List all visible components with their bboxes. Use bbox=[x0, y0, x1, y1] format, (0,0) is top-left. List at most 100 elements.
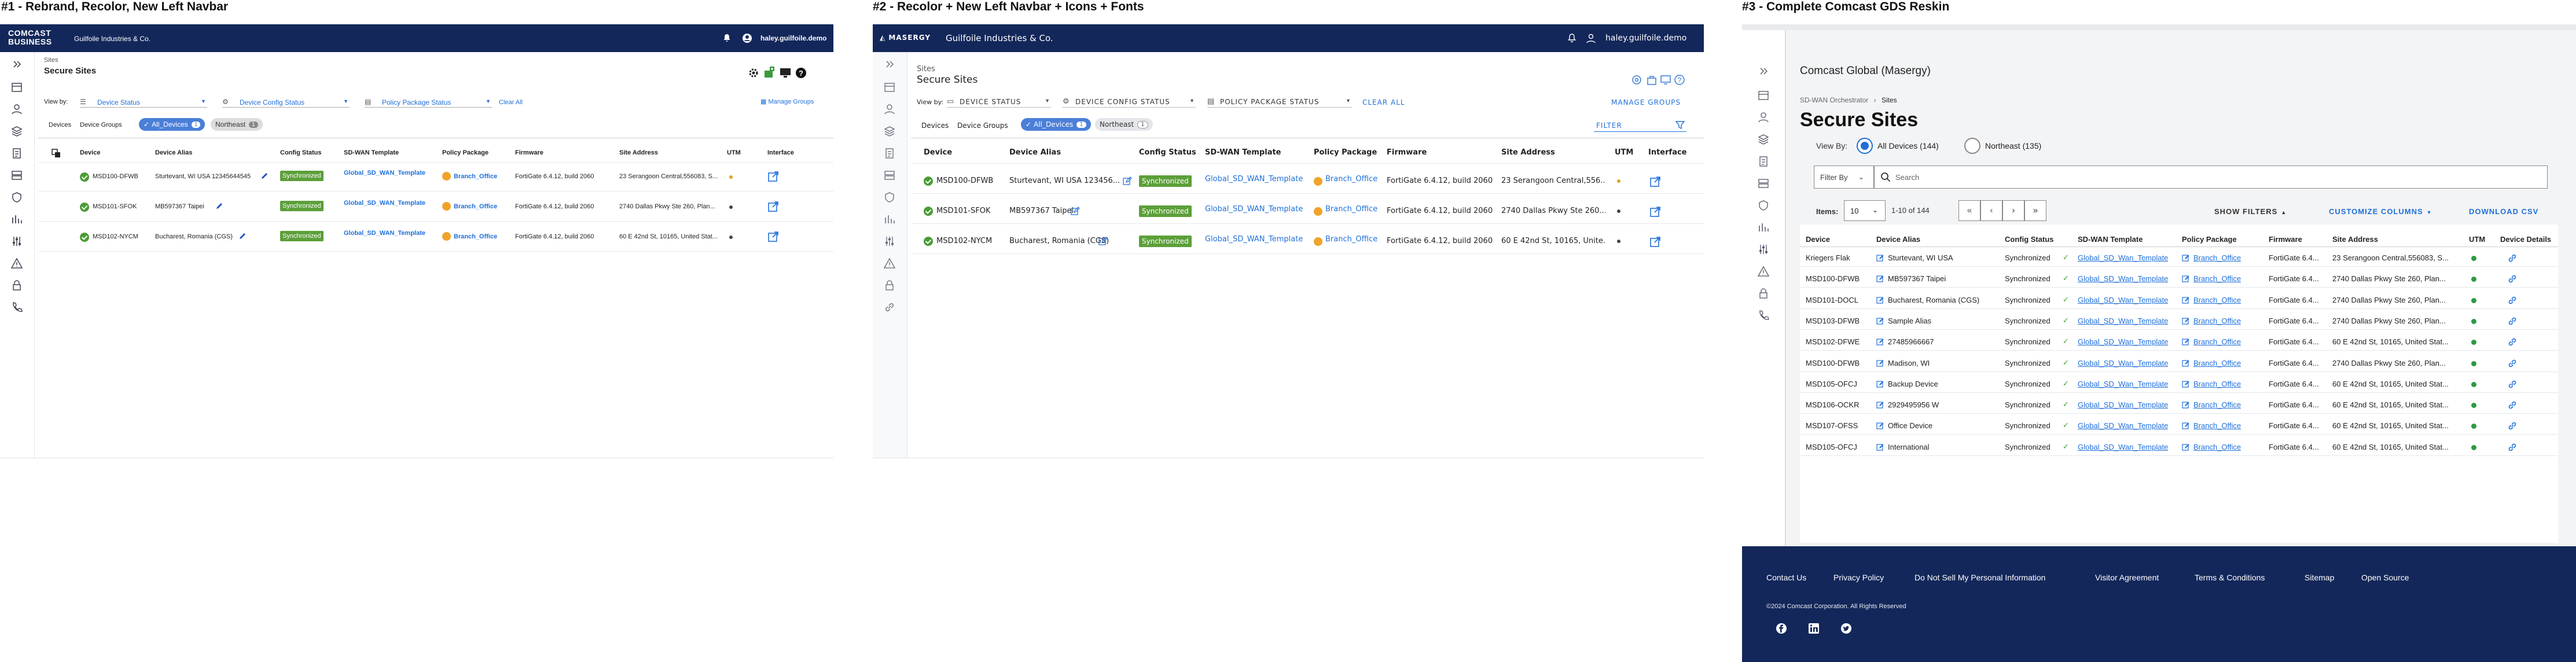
edit-icon[interactable] bbox=[2182, 338, 2190, 349]
sliders-icon[interactable] bbox=[8, 235, 25, 248]
tab-device-groups[interactable]: Device Groups bbox=[957, 122, 1008, 130]
chart-icon[interactable] bbox=[1755, 221, 1772, 234]
manage-groups-link[interactable]: MANAGE GROUPS bbox=[1611, 98, 1681, 106]
settings-icon[interactable] bbox=[1631, 74, 1642, 89]
chart-icon[interactable] bbox=[8, 213, 25, 226]
tab-devices[interactable]: Devices bbox=[49, 122, 71, 128]
device-details-link-icon[interactable] bbox=[2507, 400, 2518, 413]
dashboard-icon[interactable] bbox=[881, 81, 898, 94]
server-icon[interactable] bbox=[881, 169, 898, 182]
users-icon[interactable] bbox=[8, 103, 25, 116]
edit-icon[interactable] bbox=[2182, 296, 2190, 307]
footer-link[interactable]: Privacy Policy bbox=[1833, 573, 1884, 582]
breadcrumb[interactable]: Sites bbox=[917, 65, 935, 73]
device-details-link-icon[interactable] bbox=[2507, 379, 2518, 392]
edit-icon[interactable] bbox=[1876, 296, 1884, 307]
clear-all-link[interactable]: Clear All bbox=[499, 99, 523, 106]
column-header[interactable]: SD-WAN Template bbox=[344, 149, 399, 156]
policy-link[interactable]: Branch_Office bbox=[1325, 175, 1377, 183]
device-name[interactable]: MSD107-OFSS bbox=[1806, 421, 1858, 430]
customize-columns-button[interactable]: CUSTOMIZE COLUMNS ▼ bbox=[2329, 207, 2432, 216]
policy-link[interactable]: Branch_Office bbox=[2193, 317, 2241, 325]
template-link[interactable]: Global_SD_WAN_Template bbox=[1205, 235, 1303, 244]
monitor-icon[interactable] bbox=[779, 67, 792, 82]
template-link[interactable]: Global_SD_Wan_Template bbox=[2078, 337, 2168, 346]
edit-icon[interactable] bbox=[2182, 422, 2190, 433]
template-link[interactable]: Global_SD_Wan_Template bbox=[2078, 274, 2168, 283]
open-interface-icon[interactable] bbox=[1649, 206, 1661, 218]
template-link[interactable]: Global_SD_Wan_Template bbox=[2078, 400, 2168, 409]
expand-icon[interactable] bbox=[8, 58, 25, 71]
policy-link[interactable]: Branch_Office bbox=[2193, 359, 2241, 367]
template-link[interactable]: Global_SD_Wan_Template bbox=[2078, 317, 2168, 325]
lock-icon[interactable] bbox=[8, 279, 25, 292]
lock-icon[interactable] bbox=[1755, 287, 1772, 300]
facebook-icon[interactable] bbox=[1776, 623, 1787, 637]
column-header[interactable]: Site Address bbox=[2332, 235, 2378, 244]
show-filters-button[interactable]: SHOW FILTERS ▲ bbox=[2214, 207, 2287, 216]
policy-package-status-filter[interactable]: ▤ POLICY PACKAGE STATUS ▼ bbox=[1207, 96, 1352, 108]
device-name[interactable]: MSD100-DFWB bbox=[93, 173, 138, 180]
device-name[interactable]: MSD103-DFWB bbox=[1806, 317, 1860, 325]
twitter-icon[interactable] bbox=[1840, 623, 1852, 637]
username[interactable]: haley.guilfoile.demo bbox=[760, 34, 826, 42]
device-name[interactable]: MSD101-SFOK bbox=[93, 203, 137, 210]
clear-all-link[interactable]: CLEAR ALL bbox=[1362, 98, 1405, 106]
help-icon[interactable]: ? bbox=[1674, 74, 1685, 89]
dashboard-icon[interactable] bbox=[8, 81, 25, 94]
edit-icon[interactable] bbox=[1876, 380, 1884, 391]
column-header[interactable]: SD-WAN Template bbox=[1205, 148, 1281, 157]
edit-icon[interactable] bbox=[2182, 443, 2190, 454]
chip-northeast[interactable]: Northeast 1 bbox=[211, 118, 263, 131]
column-header[interactable]: UTM bbox=[727, 149, 741, 156]
template-link[interactable]: Global_SD_WAN_Template bbox=[1205, 175, 1303, 183]
phone-icon[interactable] bbox=[8, 301, 25, 314]
device-name[interactable]: MSD105-OFCJ bbox=[1806, 380, 1857, 388]
template-link[interactable]: Global_SD_WAN_Template bbox=[344, 230, 425, 237]
device-details-link-icon[interactable] bbox=[2507, 295, 2518, 308]
column-header[interactable]: UTM bbox=[1615, 148, 1633, 157]
edit-icon[interactable] bbox=[1876, 338, 1884, 349]
device-details-link-icon[interactable] bbox=[2507, 442, 2518, 455]
column-header[interactable]: Device Details bbox=[2500, 235, 2551, 244]
template-link[interactable]: Global_SD_WAN_Template bbox=[1205, 205, 1303, 214]
add-site-icon[interactable] bbox=[763, 66, 776, 82]
template-link[interactable]: Global_SD_WAN_Template bbox=[344, 170, 425, 176]
last-page-button[interactable]: » bbox=[2024, 200, 2046, 221]
edit-icon[interactable] bbox=[1876, 275, 1884, 286]
warning-icon[interactable] bbox=[881, 257, 898, 270]
edit-icon[interactable] bbox=[238, 232, 247, 243]
edit-icon[interactable] bbox=[1876, 317, 1884, 328]
edit-icon[interactable] bbox=[1071, 207, 1080, 219]
chip-northeast[interactable]: Northeast 1 bbox=[1095, 118, 1153, 131]
device-details-link-icon[interactable] bbox=[2507, 421, 2518, 434]
shield-icon[interactable] bbox=[1755, 199, 1772, 212]
user-icon[interactable] bbox=[1586, 33, 1596, 46]
phone-icon[interactable] bbox=[1755, 309, 1772, 322]
open-interface-icon[interactable] bbox=[767, 231, 779, 242]
edit-icon[interactable] bbox=[1876, 254, 1884, 265]
sliders-icon[interactable] bbox=[1755, 243, 1772, 256]
column-header[interactable]: Device Alias bbox=[1009, 148, 1061, 157]
users-icon[interactable] bbox=[1755, 111, 1772, 124]
footer-link[interactable]: Visitor Agreement bbox=[2095, 573, 2159, 582]
document-icon[interactable] bbox=[881, 147, 898, 160]
device-details-link-icon[interactable] bbox=[2507, 316, 2518, 329]
bell-icon[interactable] bbox=[722, 34, 732, 46]
open-interface-icon[interactable] bbox=[1649, 236, 1661, 248]
edit-icon[interactable] bbox=[1876, 443, 1884, 454]
column-header[interactable]: Device Alias bbox=[1876, 235, 1920, 244]
server-icon[interactable] bbox=[1755, 177, 1772, 190]
open-interface-icon[interactable] bbox=[767, 171, 779, 182]
device-details-link-icon[interactable] bbox=[2507, 337, 2518, 350]
template-link[interactable]: Global_SD_Wan_Template bbox=[2078, 443, 2168, 451]
policy-link[interactable]: Branch_Office bbox=[2193, 421, 2241, 430]
shield-icon[interactable] bbox=[8, 191, 25, 204]
template-link[interactable]: Global_SD_Wan_Template bbox=[2078, 253, 2168, 262]
help-icon[interactable]: ? bbox=[795, 67, 807, 82]
policy-link[interactable]: Branch_Office bbox=[2193, 443, 2241, 451]
column-header[interactable]: Policy Package bbox=[442, 149, 488, 156]
device-name[interactable]: MSD106-OCKR bbox=[1806, 400, 1859, 409]
layers-icon[interactable] bbox=[881, 125, 898, 138]
device-name[interactable]: MSD102-NYCM bbox=[93, 233, 138, 240]
